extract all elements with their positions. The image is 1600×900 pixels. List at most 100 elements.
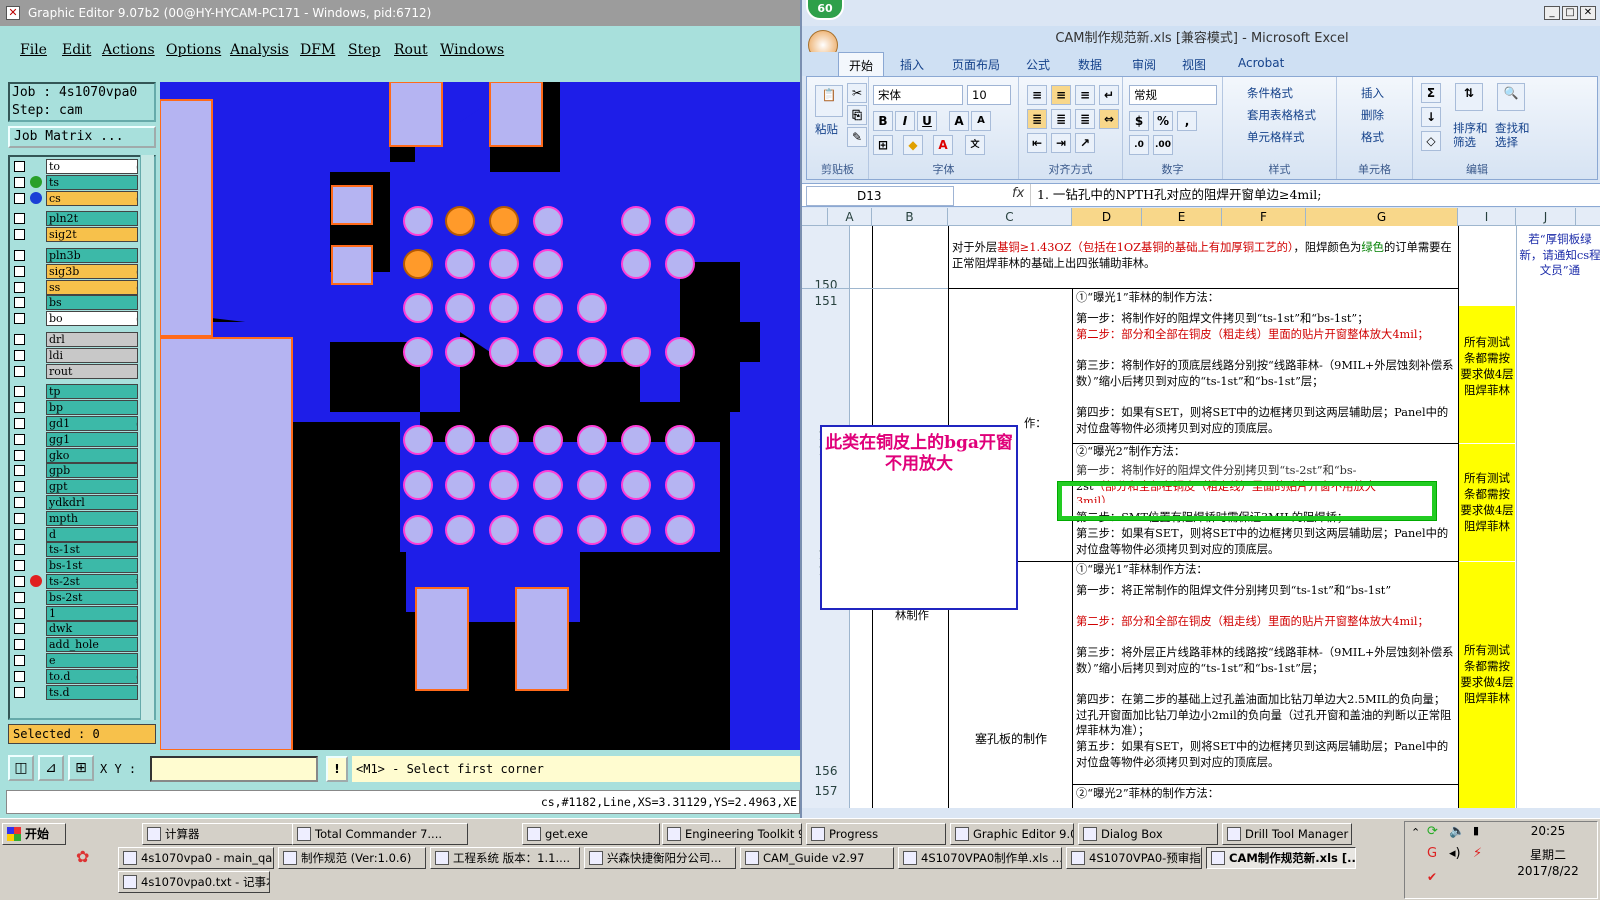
column-header-j[interactable]: J	[1516, 208, 1576, 226]
zoom-tool-icon[interactable]: ◫	[8, 755, 34, 781]
taskbar-button[interactable]: Progress	[806, 823, 946, 845]
measure-tool-icon[interactable]: ⊿	[38, 755, 64, 781]
taskbar-button[interactable]: get.exe	[522, 823, 660, 845]
decrease-indent-icon[interactable]: ⇤	[1027, 133, 1047, 153]
cell-i-yellow-3[interactable]: 所有测试条都需按要求做4层阻焊菲林	[1459, 562, 1515, 808]
taskbar-button[interactable]: 工程系统 版本：1.1....	[430, 847, 580, 869]
formula-input[interactable]: 1. 一钻孔中的NPTH孔对应的阻焊开窗单边≥4mil;	[1030, 184, 1600, 206]
align-right-icon[interactable]: ≣	[1075, 109, 1095, 129]
tray-antivirus-icon[interactable]: ⚡	[1473, 846, 1482, 861]
tab-data[interactable]: 数据	[1078, 56, 1102, 73]
tab-home[interactable]: 开始	[838, 52, 885, 76]
layer-checkbox[interactable]	[14, 481, 25, 493]
align-center-icon[interactable]: ≣	[1051, 109, 1071, 129]
underline-icon[interactable]: U	[917, 111, 937, 131]
layer-name[interactable]: ydkdrl	[46, 495, 138, 510]
layer-name[interactable]: sig2t	[46, 227, 138, 243]
layer-checkbox[interactable]	[14, 544, 25, 556]
notification-badge[interactable]: 60	[806, 0, 844, 20]
cell-s1-title[interactable]: ①“曝光1”菲林的制作方法：	[1076, 290, 1456, 306]
job-matrix-button[interactable]: Job Matrix ...	[8, 126, 156, 148]
start-button[interactable]: 开始	[2, 823, 66, 845]
pcb-canvas[interactable]	[160, 82, 800, 750]
menu-edit[interactable]: Edit	[62, 42, 91, 58]
layer-checkbox[interactable]	[14, 639, 25, 651]
grid-tool-icon[interactable]: ⊞	[68, 755, 94, 781]
layer-row[interactable]: mpth	[12, 510, 138, 526]
cell-i-yellow-2[interactable]: 所有测试条都需按要求做4层阻焊菲林	[1459, 444, 1515, 561]
layer-name[interactable]: pln2t	[46, 211, 138, 227]
layer-checkbox[interactable]	[14, 433, 25, 445]
layer-row[interactable]: pln3b	[12, 248, 138, 263]
layer-row[interactable]: ts-1st	[12, 542, 138, 558]
copy-icon[interactable]: ⎘	[847, 105, 867, 125]
cell-s1-step3[interactable]: 第三步：将制作好的顶底层线路分别按“线路菲林-（9MIL+外层蚀刻补偿系数）”缩…	[1076, 358, 1456, 389]
layer-row[interactable]: drl	[12, 332, 138, 347]
layer-name[interactable]: ldi	[46, 347, 138, 363]
taskbar-button[interactable]: 4s1070vpa0.txt - 记事本	[118, 871, 270, 893]
menu-actions[interactable]: Actions	[102, 42, 155, 58]
align-left-icon[interactable]: ≣	[1027, 109, 1047, 129]
wrap-text-icon[interactable]: ↵	[1099, 85, 1119, 105]
taskbar-button[interactable]: CAM制作规范新.xls [...	[1206, 847, 1356, 869]
layer-name[interactable]: e	[46, 653, 138, 668]
tab-view[interactable]: 视图	[1182, 56, 1206, 73]
layer-row[interactable]: bs-2st	[12, 589, 138, 605]
layer-row[interactable]: dwk	[12, 621, 138, 637]
layer-row[interactable]: gko	[12, 447, 138, 463]
layer-row[interactable]: cs ⬋	[12, 190, 138, 206]
column-header-f[interactable]: F	[1222, 208, 1306, 226]
percent-icon[interactable]: %	[1153, 111, 1173, 131]
layer-name[interactable]: ts-1st	[46, 542, 138, 558]
taskbar-button[interactable]: CAM_Guide v2.97	[740, 847, 894, 869]
cell-s1-step2[interactable]: 第二步：部分和全部在铜皮（粗走线）里面的贴片开窗整体放大4mil；	[1076, 327, 1456, 343]
sort-filter-label[interactable]: 排序和 筛选	[1453, 121, 1488, 149]
border-icon[interactable]: ⊞	[873, 135, 893, 155]
layer-row[interactable]: gd1 ⬋	[12, 416, 138, 431]
cell-s1-step4[interactable]: 第四步：如果有SET，则将SET中的边框拷贝到这两层辅助层；Panel中的对位盘…	[1076, 405, 1456, 436]
cell-s1-step1[interactable]: 第一步：将制作好的阻焊文件拷贝到“ts-1st”和“bs-1st”；	[1076, 311, 1456, 327]
menu-analysis[interactable]: Analysis	[230, 42, 289, 58]
layer-row[interactable]: add_hole	[12, 637, 138, 653]
layer-row[interactable]: tp	[12, 384, 138, 400]
taskbar-button[interactable]: Total Commander 7....	[292, 823, 468, 845]
font-size-select[interactable]: 10	[967, 85, 1011, 105]
layer-checkbox[interactable]	[14, 512, 25, 524]
cell-s3-step5[interactable]: 第五步：如果有SET，则将SET中的边框拷贝到这两层辅助层；Panel中的对位盘…	[1076, 739, 1456, 770]
cell-c-partial[interactable]: 作：	[1024, 416, 1070, 432]
increase-indent-icon[interactable]: ⇥	[1051, 133, 1071, 153]
menu-file[interactable]: File	[20, 42, 47, 58]
tray-expand-icon[interactable]: ⌃	[1411, 826, 1420, 839]
layer-row[interactable]: to.d ⬋	[12, 668, 138, 684]
taskbar-button[interactable]: 4S1070VPA0-预审指示...	[1066, 847, 1202, 869]
align-bottom-icon[interactable]: ≡	[1075, 85, 1095, 105]
layer-row[interactable]: bs	[12, 295, 138, 311]
taskbar-button[interactable]: 4S1070VPA0制作单.xls ...	[898, 847, 1062, 869]
cell-s3-title[interactable]: ①“曝光1”菲林制作方法：	[1076, 562, 1456, 578]
cell-style-button[interactable]: 单元格样式	[1247, 129, 1305, 145]
layer-name[interactable]: mpth	[46, 510, 138, 526]
layer-row[interactable]: ts.d	[12, 684, 138, 700]
column-header-i[interactable]: I	[1458, 208, 1516, 226]
menu-dfm[interactable]: DFM	[300, 42, 335, 58]
layer-checkbox[interactable]	[14, 229, 25, 241]
cell-s3-step3[interactable]: 第三步：将外层正片线路菲林的线路按“线路菲林-（9MIL+外层蚀刻补偿系数）”缩…	[1076, 645, 1456, 676]
layer-checkbox[interactable]	[14, 591, 25, 603]
layer-checkbox[interactable]	[14, 576, 25, 587]
clock[interactable]: 20:25 星期二 2017/8/22	[1500, 823, 1596, 879]
align-middle-icon[interactable]: ≡	[1051, 85, 1071, 105]
layer-checkbox[interactable]	[14, 313, 25, 325]
layer-row[interactable]: d	[12, 526, 138, 542]
bold-icon[interactable]: B	[873, 111, 893, 131]
font-name-select[interactable]: 宋体	[873, 85, 963, 105]
find-select-label[interactable]: 查找和 选择	[1495, 121, 1530, 149]
tray-volume-icon[interactable]: 🔈	[1449, 824, 1465, 839]
layer-row[interactable]: to ⬋	[12, 159, 138, 174]
minimize-icon[interactable]: _	[1544, 6, 1560, 20]
layer-checkbox[interactable]	[14, 686, 25, 698]
cell-s3-step4[interactable]: 第四步：在第二步的基础上过孔盖油面加比钻刀单边大2.5MIL的负向量；过孔开窗面…	[1076, 692, 1456, 739]
fill-icon[interactable]: ↓	[1421, 107, 1441, 127]
format-cells-button[interactable]: 格式	[1361, 129, 1384, 145]
layer-row[interactable]: ts	[12, 174, 138, 190]
number-format-select[interactable]: 常规	[1129, 85, 1217, 105]
